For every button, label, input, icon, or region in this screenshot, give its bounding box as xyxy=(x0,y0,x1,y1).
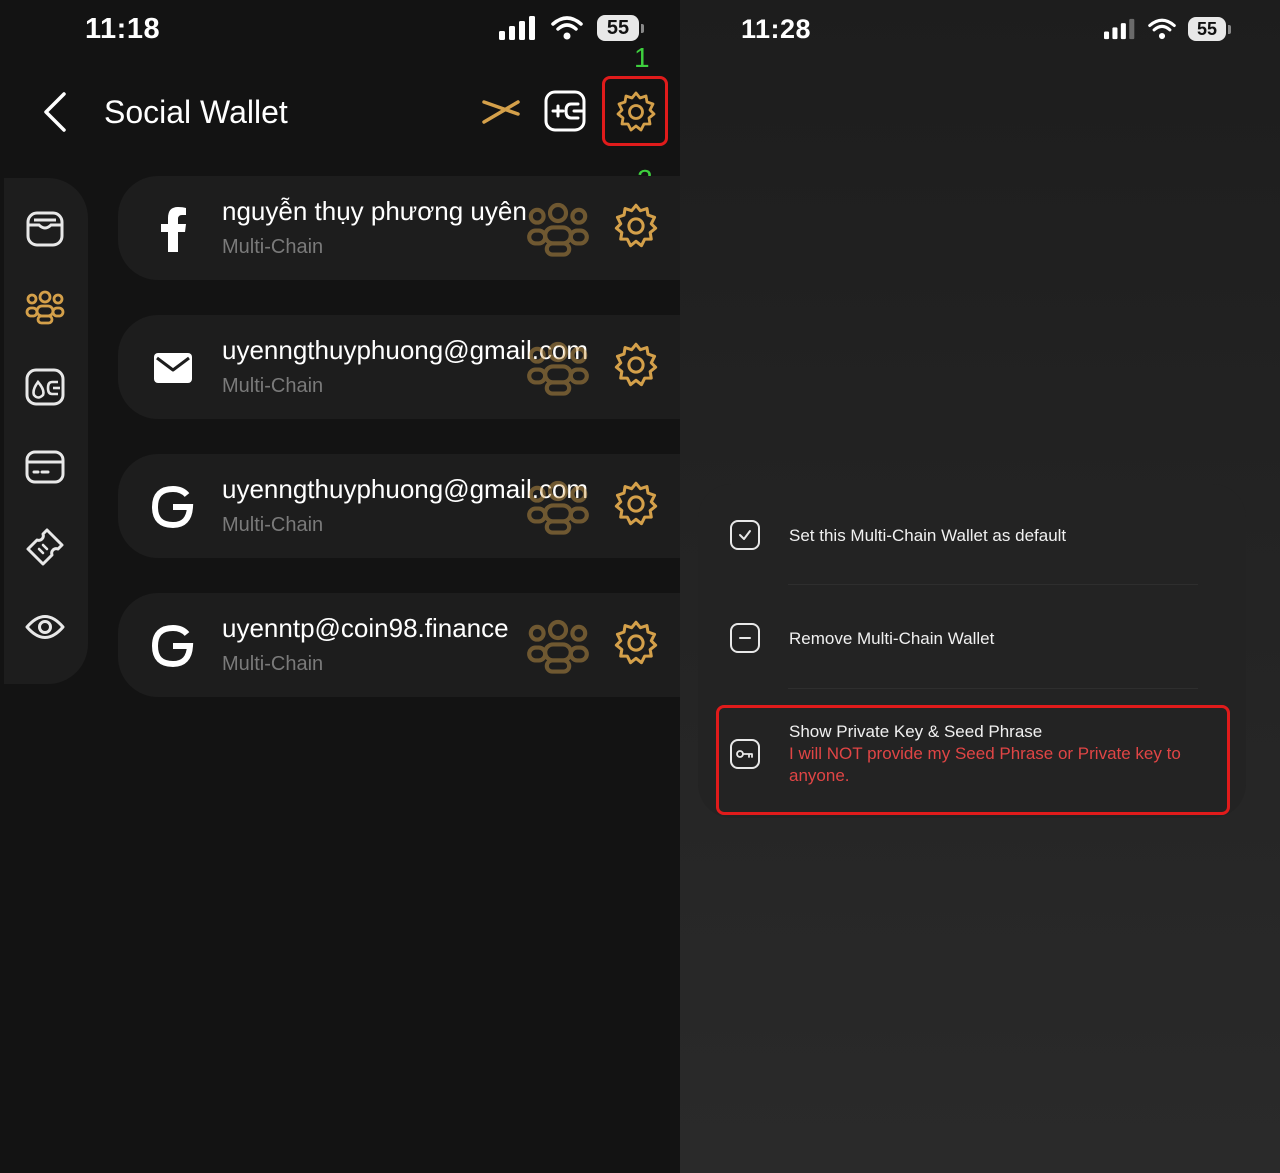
highlight-box-settings xyxy=(602,76,668,146)
people-icon xyxy=(25,290,65,325)
wifi-icon xyxy=(551,16,583,40)
wallet-card-facebook[interactable]: nguyễn thụy phương uyên Multi-Chain xyxy=(118,176,680,280)
battery-level: 55 xyxy=(1188,17,1226,41)
people-icon xyxy=(526,478,590,541)
option-label: Remove Multi-Chain Wallet xyxy=(789,629,995,648)
remove-wallet-option[interactable]: Remove Multi-Chain Wallet xyxy=(730,623,1220,655)
people-icon xyxy=(526,617,590,680)
back-button[interactable] xyxy=(36,88,76,136)
wallet-settings-button[interactable] xyxy=(612,341,660,394)
wallet-type: Multi-Chain xyxy=(222,375,324,397)
people-icon xyxy=(526,339,590,402)
status-time: 11:28 xyxy=(741,14,812,44)
sidebar-item-social[interactable] xyxy=(24,286,66,328)
eye-icon xyxy=(25,615,65,639)
right-screen: 11:28 55 Set this Multi-Chain Wallet as … xyxy=(680,0,1280,1173)
gear-icon xyxy=(614,203,658,248)
wallet-name: nguyễn thụy phương uyên xyxy=(222,196,527,226)
battery-level: 55 xyxy=(597,15,639,41)
back-chevron-icon xyxy=(44,92,66,132)
sidebar-item-ticket[interactable] xyxy=(24,526,66,568)
gear-icon xyxy=(614,620,658,665)
multi-wallet-icon xyxy=(25,368,65,406)
sidebar-item-wallet[interactable] xyxy=(24,208,66,250)
highlight-box-private-key xyxy=(716,705,1230,815)
swap-button[interactable] xyxy=(480,94,522,135)
sidebar xyxy=(4,178,88,684)
wifi-icon xyxy=(1148,18,1176,40)
wallet-card-google-coin98[interactable]: uyenntp@coin98.finance Multi-Chain xyxy=(118,593,680,697)
battery-indicator: 55 xyxy=(597,15,644,41)
x-swap-icon xyxy=(482,100,520,124)
gear-icon xyxy=(614,481,658,526)
status-icons: 55 xyxy=(1104,17,1231,41)
signal-icon xyxy=(1104,18,1135,40)
checkbox-icon xyxy=(730,520,760,550)
status-time: 11:18 xyxy=(85,13,161,45)
ticket-icon xyxy=(26,528,64,566)
people-icon xyxy=(526,200,590,263)
wallet-type: Multi-Chain xyxy=(222,653,324,675)
card-icon xyxy=(25,450,65,484)
wallet-settings-button[interactable] xyxy=(612,619,660,672)
wallet-icon xyxy=(26,211,64,247)
wallet-settings-button[interactable] xyxy=(612,480,660,533)
status-icons: 55 xyxy=(499,15,644,41)
wallet-type: Multi-Chain xyxy=(222,236,324,258)
signal-icon xyxy=(499,16,535,40)
wallet-settings-button[interactable] xyxy=(612,202,660,255)
step-marker-1: 1 xyxy=(634,42,650,73)
battery-indicator: 55 xyxy=(1188,17,1231,41)
mail-icon xyxy=(148,343,198,393)
google-icon xyxy=(148,621,198,671)
add-wallet-icon xyxy=(544,90,586,132)
option-label: Set this Multi-Chain Wallet as default xyxy=(789,526,1067,545)
add-wallet-button[interactable] xyxy=(544,90,588,137)
page-title: Social Wallet xyxy=(104,94,288,130)
wallet-card-google[interactable]: uyenngthuyphuong@gmail.com Multi-Chain xyxy=(118,454,680,558)
gear-icon xyxy=(614,342,658,387)
sidebar-item-card[interactable] xyxy=(24,446,66,488)
wallet-name: uyenntp@coin98.finance xyxy=(222,613,509,643)
sidebar-item-multi-wallet[interactable] xyxy=(24,366,66,408)
sidebar-item-watch[interactable] xyxy=(24,606,66,648)
set-default-option[interactable]: Set this Multi-Chain Wallet as default xyxy=(730,520,1220,552)
google-icon xyxy=(148,482,198,532)
divider xyxy=(788,688,1198,689)
wallet-card-email[interactable]: uyenngthuyphuong@gmail.com Multi-Chain xyxy=(118,315,680,419)
left-screen: 11:18 55 Social Wallet 1 2 xyxy=(0,0,680,1173)
minus-icon xyxy=(730,623,760,653)
wallet-type: Multi-Chain xyxy=(222,514,324,536)
facebook-icon xyxy=(148,204,198,254)
divider xyxy=(788,584,1198,585)
